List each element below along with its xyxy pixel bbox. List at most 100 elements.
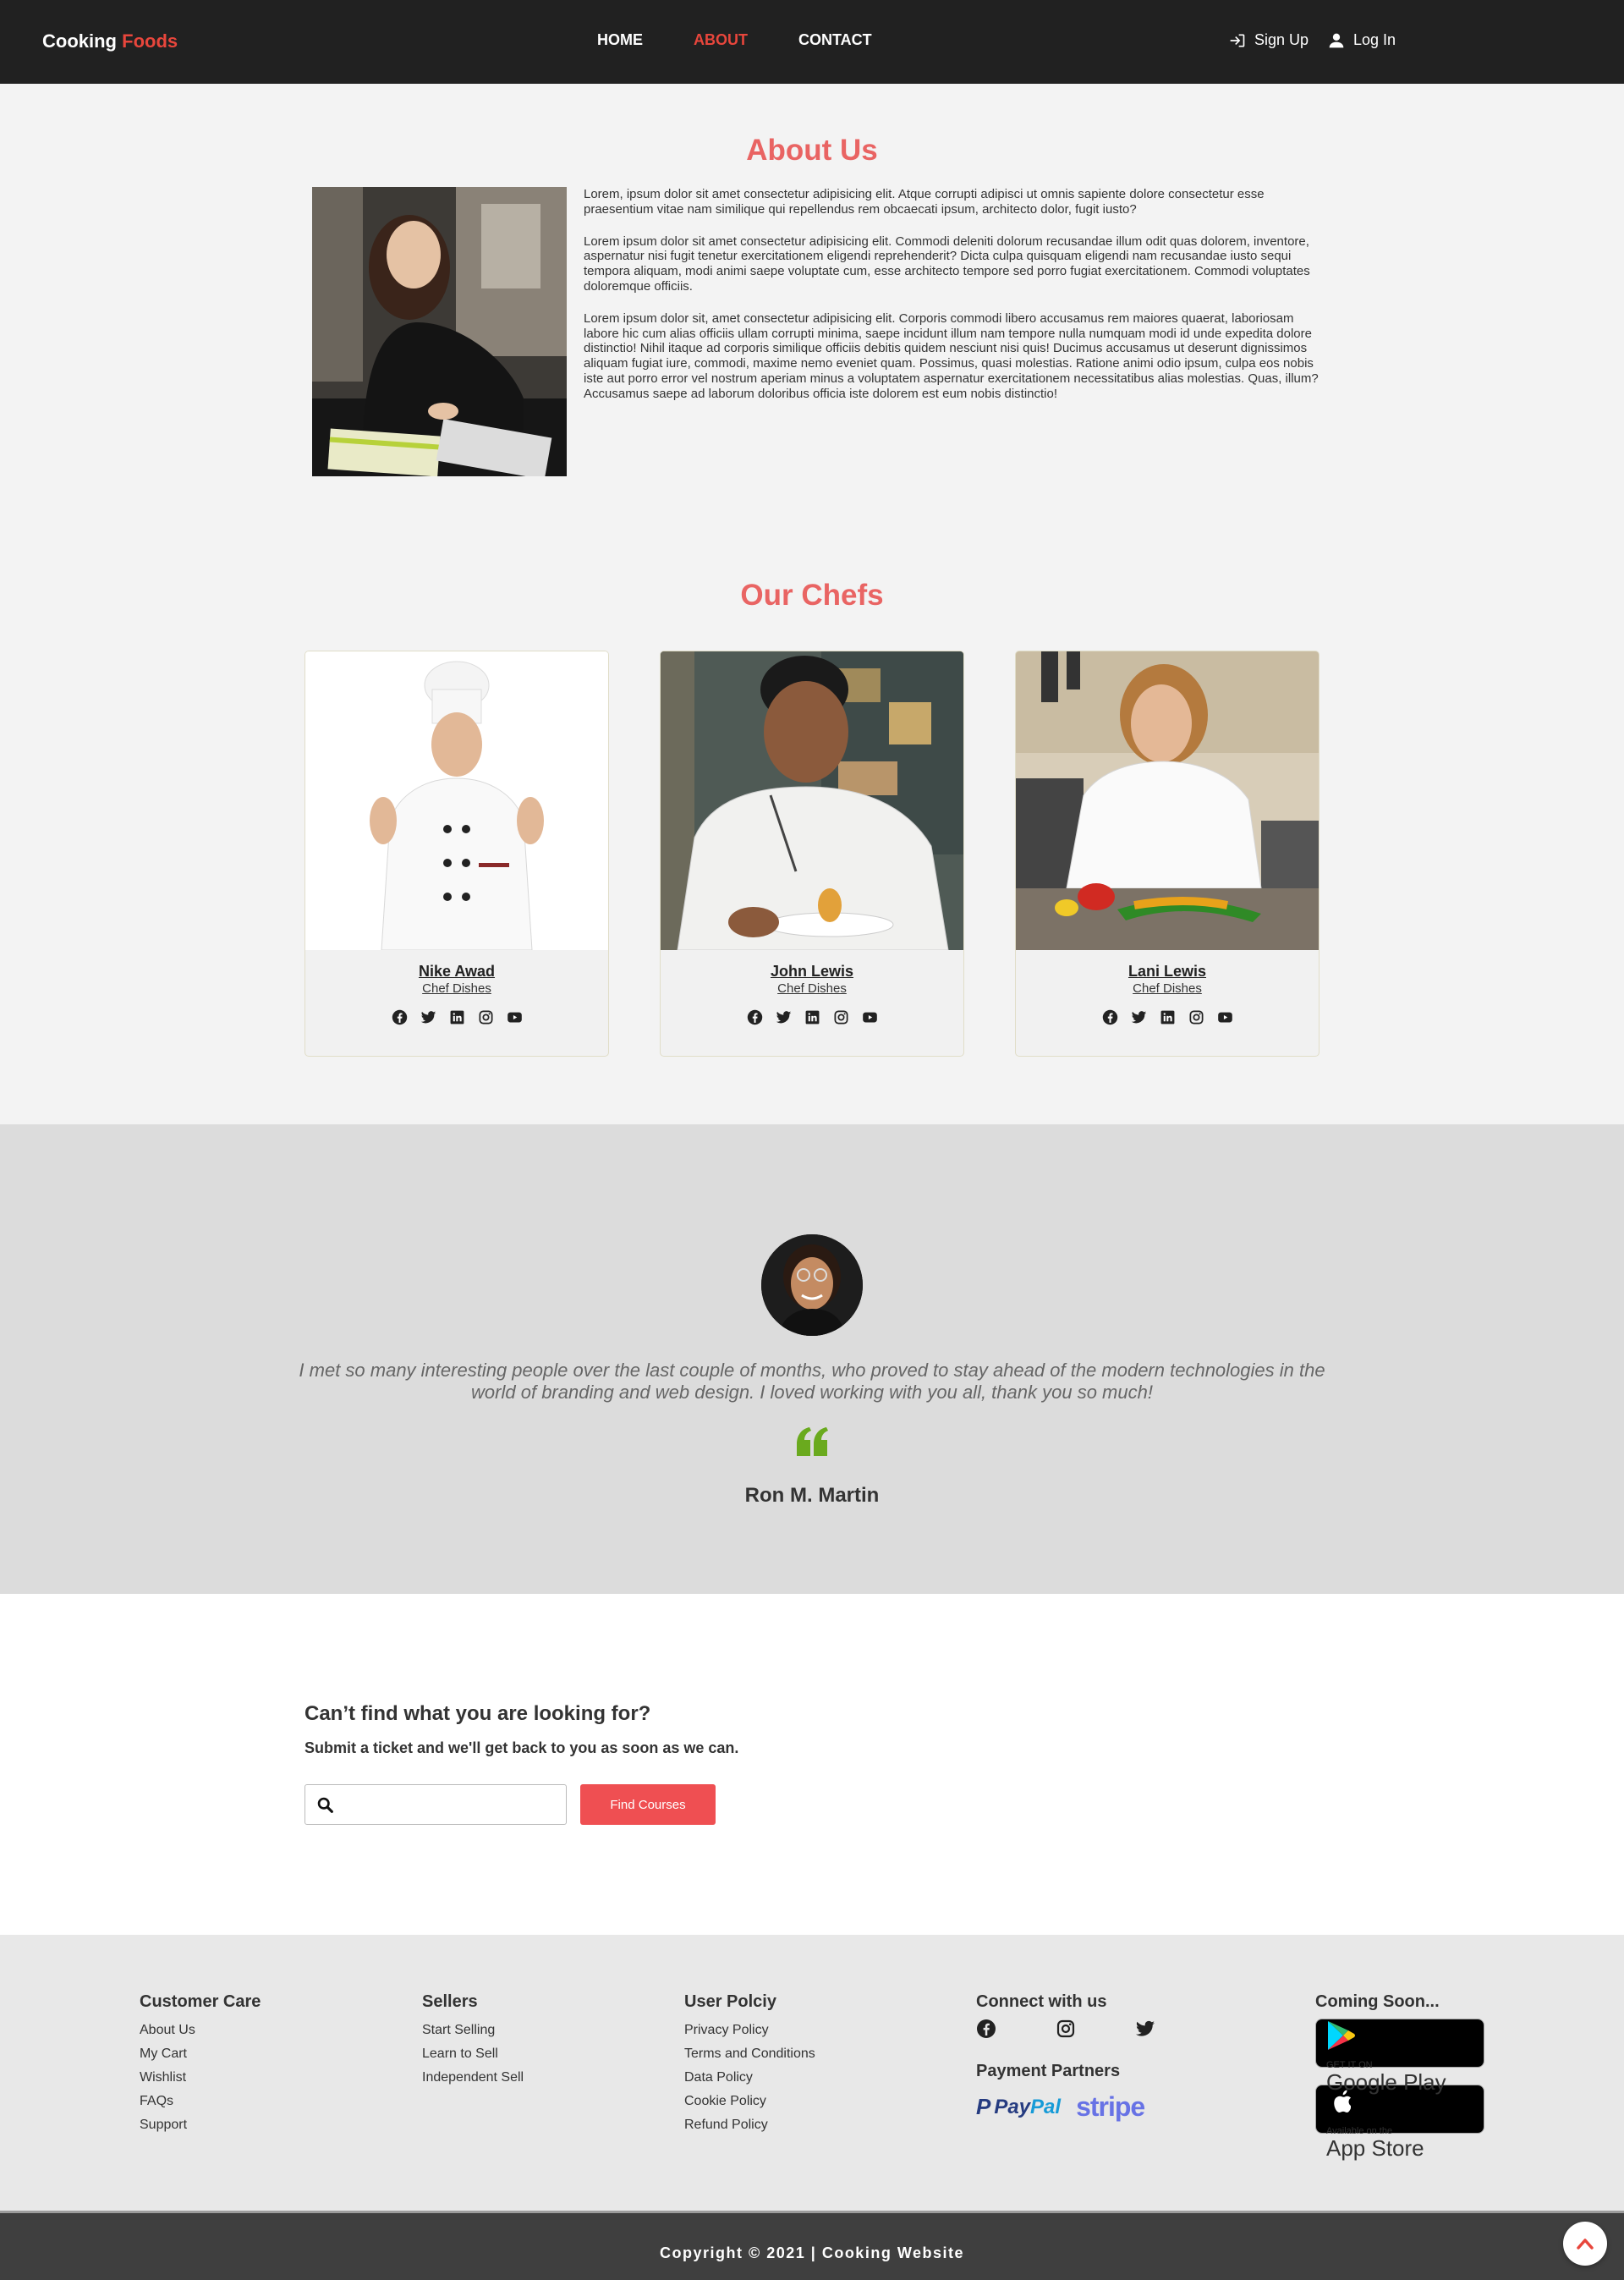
about-paragraph: Lorem ipsum dolor sit amet consectetur a… [584, 233, 1310, 294]
chef-card: John Lewis Chef Dishes [660, 651, 964, 1057]
footer-heading: Sellers [422, 1992, 478, 2011]
scroll-to-top-button[interactable] [1563, 2222, 1607, 2266]
apple-badge-big: App Store [1326, 2135, 1424, 2161]
chef-photo [661, 651, 963, 950]
about-paragraph: Lorem, ipsum dolor sit amet consectetur … [584, 187, 1265, 217]
copyright-text: Copyright © 2021 | Cooking Website [659, 2244, 964, 2261]
footer-sellers: Sellers Start Selling Learn to Sell Inde… [422, 1992, 524, 2090]
testimonial-section: I met so many interesting people over th… [0, 1124, 1624, 1594]
footer-user-policy: User Polciy Privacy Policy Terms and Con… [684, 1992, 815, 2137]
footer-heading: Connect with us [976, 1992, 1107, 2011]
footer-customer-care: Customer Care About Us My Cart Wishlist … [140, 1992, 261, 2137]
footer-link[interactable]: Terms and Conditions [684, 2042, 815, 2066]
search-subheading: Submit a ticket and we'll get back to yo… [304, 1739, 739, 1756]
footer-link[interactable]: Start Selling [422, 2019, 524, 2042]
chefs-title: Our Chefs [740, 579, 884, 612]
payment-partners-heading: Payment Partners [976, 2062, 1121, 2080]
search-box [304, 1784, 567, 1825]
testimonial-avatar [761, 1234, 863, 1336]
footer-link[interactable]: Data Policy [684, 2066, 815, 2090]
about-paragraph: Lorem ipsum dolor sit, amet consectetur … [584, 310, 1319, 401]
chef-card: Nike Awad Chef Dishes [304, 651, 609, 1057]
signup-label: Sign Up [1254, 31, 1309, 48]
footer-link[interactable]: Wishlist [140, 2066, 261, 2090]
youtube-icon[interactable] [1217, 1009, 1233, 1025]
nav-link-contact[interactable]: CONTACT [798, 31, 872, 49]
footer: Customer Care About Us My Cart Wishlist … [0, 1935, 1624, 2211]
footer-heading: User Polciy [684, 1992, 776, 2011]
footer-link[interactable]: Independent Sell [422, 2066, 524, 2090]
facebook-icon[interactable] [747, 1009, 763, 1025]
navbar: Cooking Foods HOME ABOUT CONTACT Sign Up… [0, 0, 1624, 84]
stripe-logo: stripe [1076, 2091, 1145, 2122]
sign-in-icon [1230, 34, 1245, 47]
google-play-badge[interactable]: GET IT ON Google Play [1315, 2019, 1484, 2094]
youtube-icon[interactable] [862, 1009, 878, 1025]
chef-role[interactable]: Chef Dishes [305, 981, 608, 996]
chef-socials [1016, 1009, 1319, 1025]
linkedin-icon[interactable] [1160, 1009, 1176, 1025]
apple-icon [1334, 2090, 1352, 2112]
paypal-logo: P PayPal [976, 2094, 1061, 2120]
facebook-icon[interactable] [976, 2019, 996, 2043]
youtube-icon[interactable] [507, 1009, 523, 1025]
login-link[interactable]: Log In [1328, 31, 1396, 49]
payment-logos: P PayPal stripe [976, 2091, 1155, 2123]
footer-link[interactable]: Privacy Policy [684, 2019, 815, 2042]
chef-socials [661, 1009, 963, 1025]
chef-card: Lani Lewis Chef Dishes [1015, 651, 1320, 1057]
search-icon [317, 1797, 333, 1813]
chef-role[interactable]: Chef Dishes [1016, 981, 1319, 996]
footer-link[interactable]: Support [140, 2113, 261, 2137]
instagram-icon[interactable] [478, 1009, 494, 1025]
login-label: Log In [1353, 31, 1396, 48]
find-courses-button[interactable]: Find Courses [580, 1784, 716, 1825]
footer-link[interactable]: My Cart [140, 2042, 261, 2066]
search-input[interactable] [343, 1790, 558, 1819]
instagram-icon[interactable] [1188, 1009, 1204, 1025]
linkedin-icon[interactable] [449, 1009, 465, 1025]
footer-coming-soon: Coming Soon... GET IT ON Google Play Ava… [1315, 1992, 1484, 2160]
chef-photo [1016, 651, 1319, 950]
nav-link-about[interactable]: ABOUT [694, 31, 748, 49]
footer-link[interactable]: Cookie Policy [684, 2090, 815, 2113]
linkedin-icon[interactable] [804, 1009, 820, 1025]
chef-name[interactable]: John Lewis [661, 963, 963, 981]
copyright-bar: Copyright © 2021 | Cooking Website [0, 2211, 1624, 2280]
chef-socials [305, 1009, 608, 1025]
twitter-icon[interactable] [776, 1009, 792, 1025]
footer-heading: Coming Soon... [1315, 1992, 1440, 2011]
footer-link[interactable]: About Us [140, 2019, 261, 2042]
google-play-icon [1328, 2021, 1355, 2050]
paypal-word-b: Pal [1030, 2095, 1062, 2118]
twitter-icon[interactable] [1131, 1009, 1147, 1025]
testimonial-author: Ron M. Martin [744, 1484, 880, 1507]
user-icon [1329, 33, 1344, 47]
footer-link[interactable]: Refund Policy [684, 2113, 815, 2137]
footer-link[interactable]: Learn to Sell [422, 2042, 524, 2066]
about-photo [312, 187, 567, 476]
chef-role[interactable]: Chef Dishes [661, 981, 963, 996]
testimonial-quote: I met so many interesting people over th… [299, 1360, 1325, 1403]
twitter-icon[interactable] [420, 1009, 436, 1025]
chef-photo [305, 651, 608, 950]
instagram-icon[interactable] [833, 1009, 849, 1025]
chevron-up-icon [1577, 2239, 1594, 2250]
footer-heading: Customer Care [140, 1992, 261, 2011]
paypal-word-a: Pay [994, 2095, 1031, 2118]
search-heading: Can’t find what you are looking for? [304, 1702, 651, 1725]
chef-name[interactable]: Nike Awad [305, 963, 608, 981]
search-section: Can’t find what you are looking for? Sub… [0, 1594, 1624, 1935]
about-title: About Us [746, 134, 878, 167]
signup-link[interactable]: Sign Up [1229, 31, 1309, 49]
footer-connect: Connect with us Payment Partners P PayPa… [976, 1992, 1155, 2123]
quote-icon [797, 1427, 828, 1456]
footer-link[interactable]: FAQs [140, 2090, 261, 2113]
facebook-icon[interactable] [392, 1009, 408, 1025]
instagram-icon[interactable] [1056, 2019, 1076, 2043]
facebook-icon[interactable] [1102, 1009, 1118, 1025]
twitter-icon[interactable] [1135, 2019, 1155, 2043]
nav-link-home[interactable]: HOME [597, 31, 643, 49]
footer-socials [976, 2019, 1155, 2043]
chef-name[interactable]: Lani Lewis [1016, 963, 1319, 981]
